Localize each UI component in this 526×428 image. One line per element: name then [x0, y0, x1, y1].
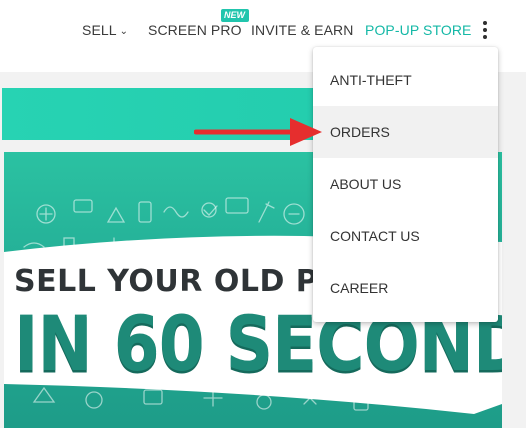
- chevron-down-icon: ⌄: [119, 26, 129, 37]
- overflow-dropdown-menu: ANTI-THEFT ORDERS ABOUT US CONTACT US CA…: [313, 47, 498, 322]
- menu-item-anti-theft[interactable]: ANTI-THEFT: [313, 54, 498, 106]
- nav-screen-pro[interactable]: SCREEN PRO: [148, 22, 242, 38]
- banner-headline-line1: SELL YOUR OLD PH: [14, 264, 344, 299]
- nav-sell-label: SELL: [82, 22, 117, 38]
- nav-invite-earn[interactable]: INVITE & EARN: [251, 22, 353, 38]
- nav-sell[interactable]: SELL ⌄: [82, 22, 128, 38]
- nav-popup-store[interactable]: POP-UP STORE: [365, 22, 472, 38]
- menu-item-orders[interactable]: ORDERS: [313, 106, 498, 158]
- menu-item-about-us[interactable]: ABOUT US: [313, 158, 498, 210]
- new-badge: NEW: [221, 9, 249, 22]
- kebab-dot: [483, 35, 487, 39]
- kebab-dot: [483, 21, 487, 25]
- menu-item-contact-us[interactable]: CONTACT US: [313, 210, 498, 262]
- more-options-icon[interactable]: [478, 19, 492, 41]
- menu-item-career[interactable]: CAREER: [313, 262, 498, 314]
- red-arrow-annotation: [194, 118, 322, 146]
- kebab-dot: [483, 28, 487, 32]
